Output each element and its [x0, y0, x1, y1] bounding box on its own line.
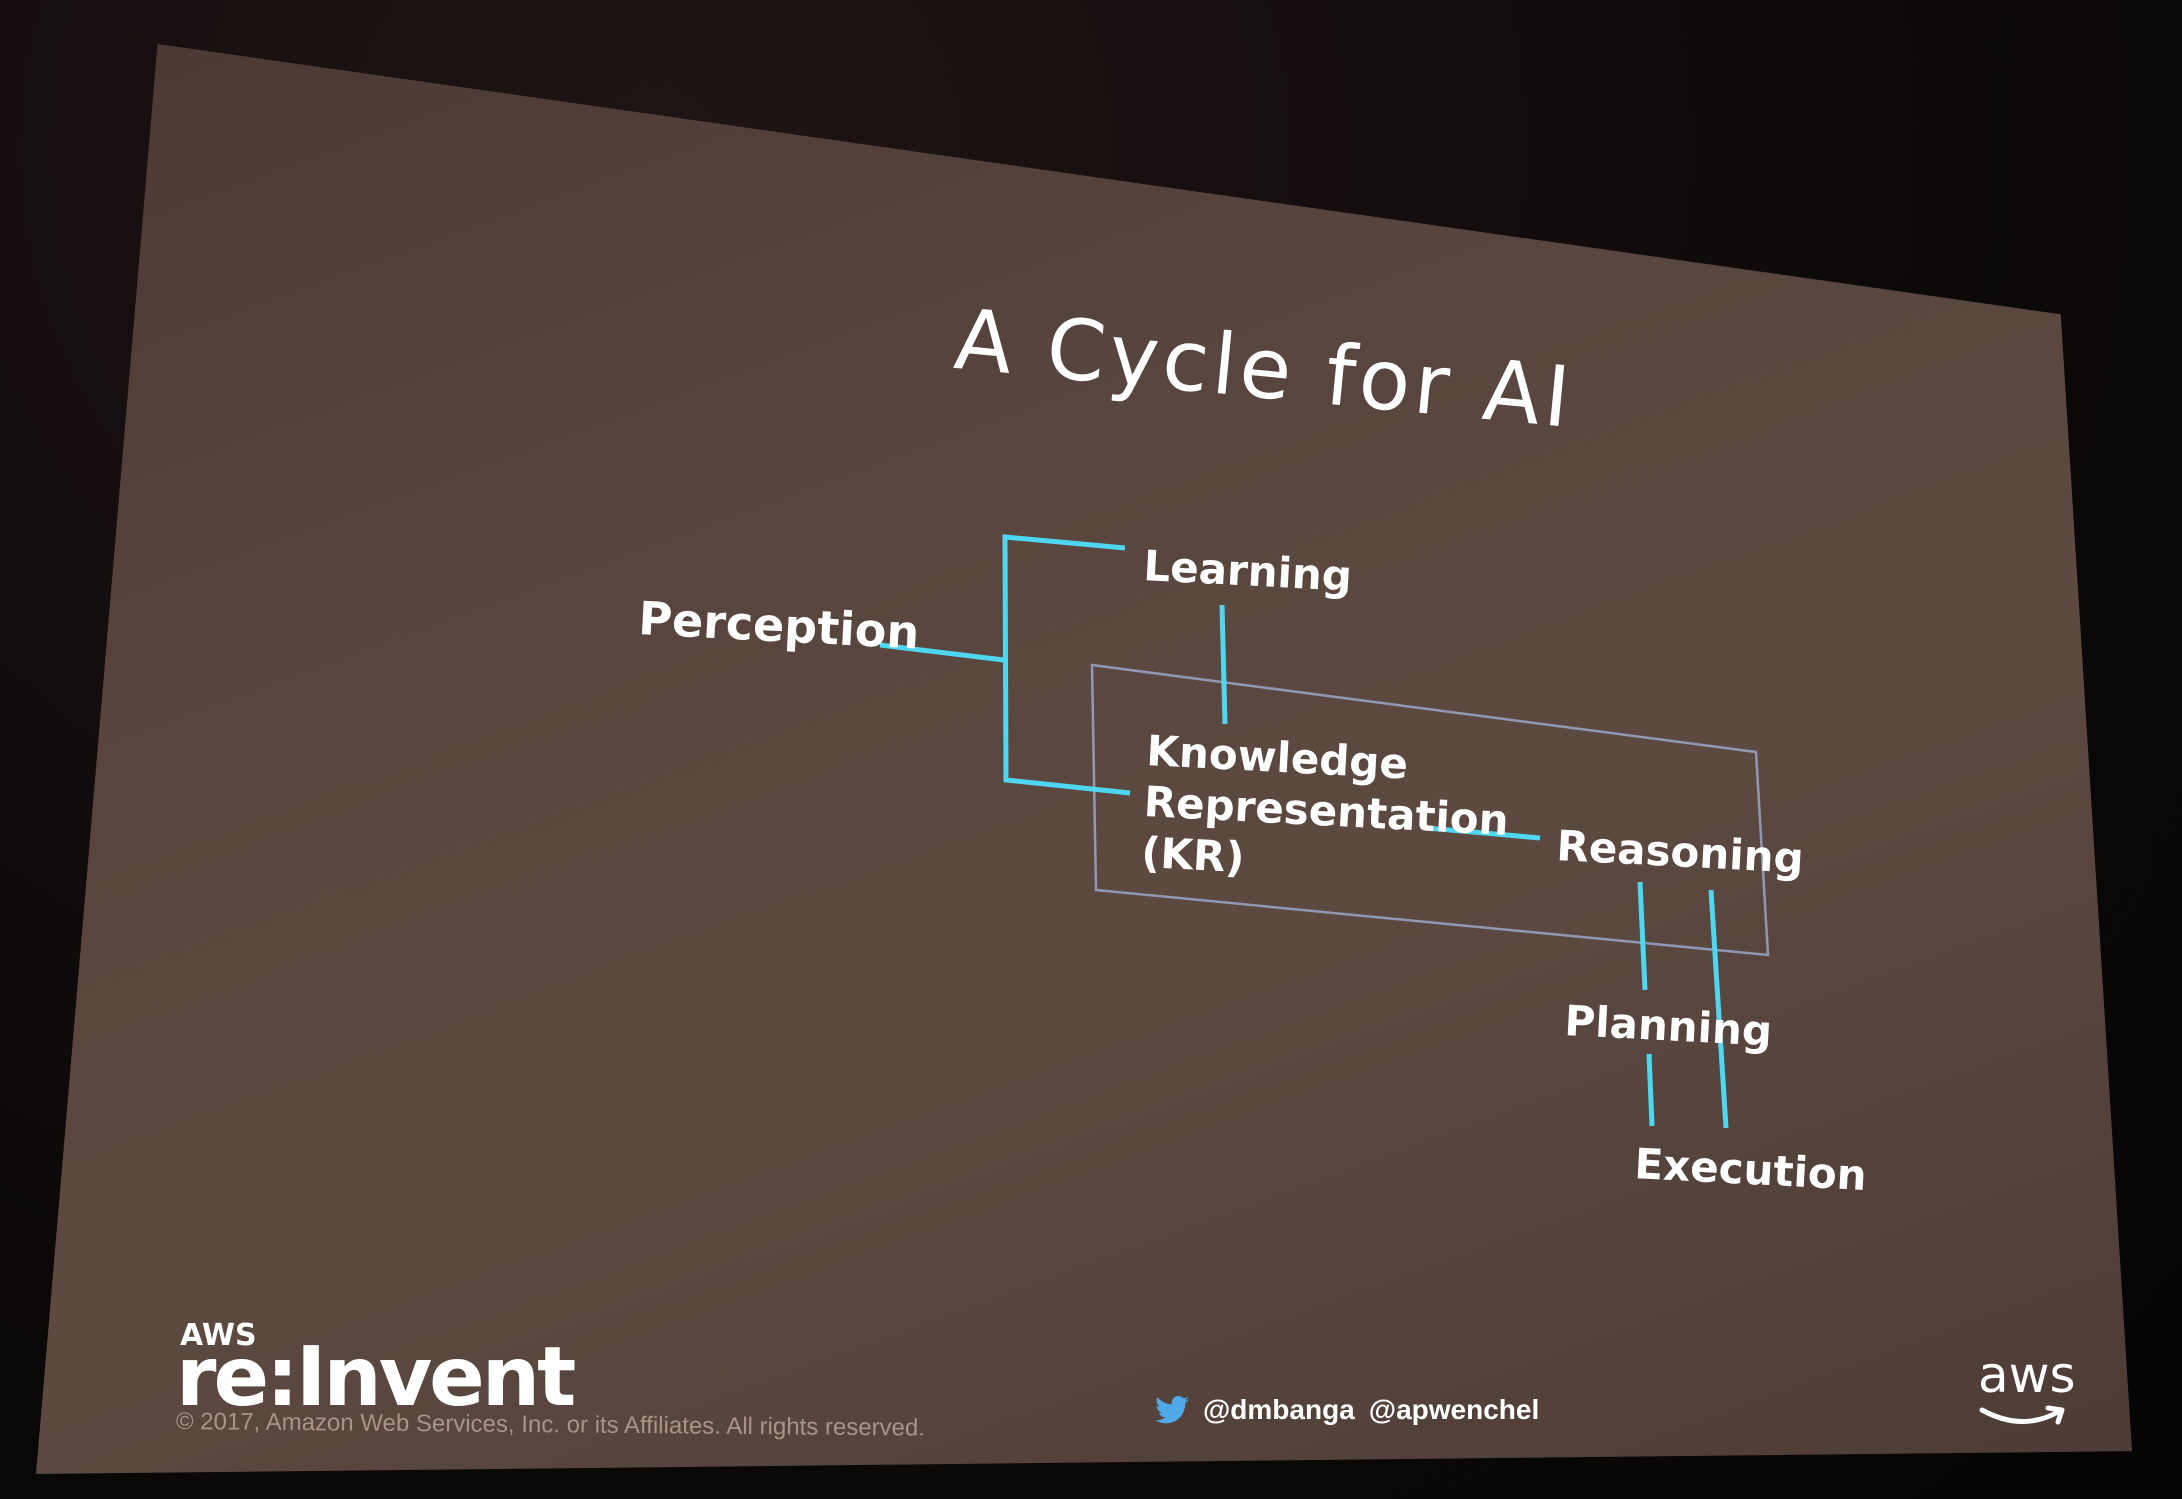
connector-reasoning-planning: [1637, 881, 1648, 991]
node-learning: Learning: [1142, 540, 1354, 601]
node-knowledge-representation: Knowledge Representation (KR): [1140, 725, 1513, 898]
twitter-bird-icon: [1155, 1396, 1189, 1424]
twitter-handles: @dmbanga @apwenchel: [1155, 1394, 1539, 1426]
connector-learning-kr: [1219, 604, 1228, 725]
twitter-handle-1: @dmbanga: [1203, 1394, 1355, 1425]
aws-smile-icon: [1979, 1405, 2065, 1425]
connector-bracket: [1002, 534, 1131, 796]
connector-planning-execution: [1646, 1053, 1655, 1127]
slide: A Cycle for AI Perception Learning Knowl…: [0, 0, 2182, 1499]
aws-logo-text: aws: [1978, 1346, 2076, 1404]
node-planning: Planning: [1563, 995, 1774, 1056]
aws-logo: aws: [1978, 1346, 2076, 1425]
twitter-handle-2: @apwenchel: [1368, 1394, 1540, 1425]
cycle-diagram: [879, 534, 1770, 1129]
